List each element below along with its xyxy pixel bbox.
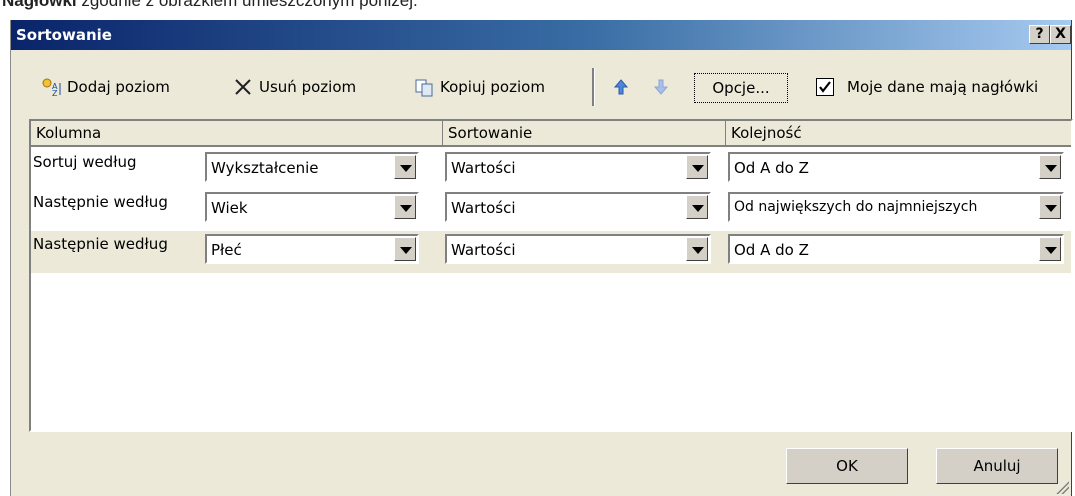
header-order: Kolejność xyxy=(726,121,1071,147)
cancel-button[interactable]: Anuluj xyxy=(936,448,1058,484)
chevron-down-icon[interactable] xyxy=(1039,195,1061,219)
chevron-down-icon[interactable] xyxy=(394,155,416,179)
sort-on-value: Wartości xyxy=(451,159,516,177)
add-level-button[interactable]: AZ Dodaj poziom xyxy=(41,75,170,99)
order-value: Od największych do najmniejszych xyxy=(734,199,978,215)
resize-grip[interactable] xyxy=(1055,480,1069,494)
column-dropdown[interactable]: Wykształcenie xyxy=(205,152,419,182)
sort-on-value: Wartości xyxy=(451,241,516,259)
sort-level-row[interactable]: Następnie według Wiek Wartości Od najwię… xyxy=(31,189,1071,231)
row-label: Następnie według xyxy=(33,193,168,211)
add-level-label: Dodaj poziom xyxy=(67,78,170,96)
document-normal-text: zgodnie z obrazkiem umieszczonym poniżej… xyxy=(76,0,418,10)
help-button[interactable]: ? xyxy=(1029,25,1050,44)
column-dropdown[interactable]: Płeć xyxy=(205,234,419,264)
options-button[interactable]: Opcje... xyxy=(694,73,788,103)
chevron-down-icon[interactable] xyxy=(686,237,708,261)
copy-icon xyxy=(414,77,436,97)
delete-x-icon xyxy=(233,77,255,97)
sort-dialog: Sortowanie ? X AZ Dodaj poziom Usuń pozi… xyxy=(10,20,1073,496)
move-down-arrow-icon xyxy=(651,77,673,97)
row-label: Sortuj według xyxy=(33,153,137,171)
ok-label: OK xyxy=(836,457,858,475)
cancel-label: Anuluj xyxy=(973,457,1021,475)
chevron-down-icon[interactable] xyxy=(686,155,708,179)
document-text: Nagłówki zgodnie z obrazkiem umieszczony… xyxy=(2,0,418,11)
headers-checkbox[interactable] xyxy=(816,78,834,96)
title-bar[interactable]: Sortowanie ? X xyxy=(11,20,1071,50)
chevron-down-icon[interactable] xyxy=(394,195,416,219)
checkmark-icon xyxy=(819,81,831,93)
move-down-button[interactable] xyxy=(651,75,677,99)
header-column: Kolumna xyxy=(31,121,443,147)
svg-text:Z: Z xyxy=(52,89,58,97)
sort-on-dropdown[interactable]: Wartości xyxy=(445,152,711,182)
sort-levels-grid: Kolumna Sortowanie Kolejność Sortuj wedł… xyxy=(29,119,1073,432)
close-button[interactable]: X xyxy=(1050,25,1071,44)
document-bold-text: Nagłówki xyxy=(2,0,77,10)
chevron-down-icon[interactable] xyxy=(1039,237,1061,261)
copy-level-button[interactable]: Kopiuj poziom xyxy=(414,75,545,99)
ok-button[interactable]: OK xyxy=(786,448,908,484)
add-level-icon: AZ xyxy=(41,77,63,98)
order-value: Od A do Z xyxy=(734,241,809,259)
copy-level-label: Kopiuj poziom xyxy=(440,78,545,96)
order-dropdown[interactable]: Od A do Z xyxy=(728,152,1064,182)
column-value: Wiek xyxy=(211,199,248,217)
chevron-down-icon[interactable] xyxy=(686,195,708,219)
sort-on-value: Wartości xyxy=(451,199,516,217)
column-value: Wykształcenie xyxy=(211,159,319,177)
move-up-button[interactable] xyxy=(611,75,637,99)
row-label: Następnie według xyxy=(33,235,168,253)
sort-level-row-selected[interactable]: Następnie według Płeć Wartości Od A do Z xyxy=(31,231,1071,273)
order-dropdown[interactable]: Od największych do najmniejszych xyxy=(728,192,1064,222)
column-value: Płeć xyxy=(211,241,242,259)
order-dropdown[interactable]: Od A do Z xyxy=(728,234,1064,264)
delete-level-button[interactable]: Usuń poziom xyxy=(233,75,356,99)
header-sort-on: Sortowanie xyxy=(443,121,726,147)
headers-checkbox-label[interactable]: Moje dane mają nagłówki xyxy=(847,75,1038,99)
dialog-title: Sortowanie xyxy=(16,26,112,44)
sort-level-row[interactable]: Sortuj według Wykształcenie Wartości Od … xyxy=(31,147,1071,189)
sort-on-dropdown[interactable]: Wartości xyxy=(445,234,711,264)
options-label: Opcje... xyxy=(712,79,770,97)
delete-level-label: Usuń poziom xyxy=(259,78,357,96)
chevron-down-icon[interactable] xyxy=(394,237,416,261)
order-value: Od A do Z xyxy=(734,159,809,177)
chevron-down-icon[interactable] xyxy=(1039,155,1061,179)
toolbar: AZ Dodaj poziom Usuń poziom Kopiuj pozio… xyxy=(11,50,1071,112)
sort-on-dropdown[interactable]: Wartości xyxy=(445,192,711,222)
toolbar-separator xyxy=(592,68,595,106)
column-dropdown[interactable]: Wiek xyxy=(205,192,419,222)
move-up-arrow-icon xyxy=(611,77,633,97)
